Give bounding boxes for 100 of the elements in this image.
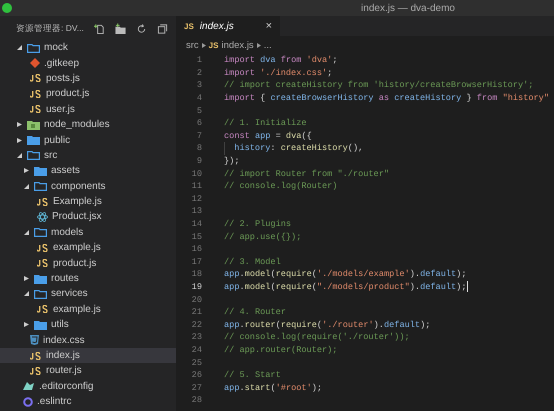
js-file-icon — [30, 366, 42, 375]
line-number: 11 — [190, 181, 203, 192]
line-number: 18 — [190, 269, 203, 280]
code-line: const app = dva({ — [224, 130, 312, 141]
sidebar-title: 资源管理器: DV... — [16, 23, 84, 35]
file-name: example.js — [53, 242, 101, 254]
file-row[interactable]: example.js — [0, 302, 176, 318]
close-button[interactable]: × — [266, 20, 272, 32]
code-line: // console.log(Router) — [224, 181, 338, 192]
folder-row[interactable]: node_modules — [0, 116, 176, 132]
file-name: components — [51, 180, 106, 192]
file-row[interactable]: product.js — [0, 255, 176, 271]
window-zoom-dot[interactable] — [2, 3, 12, 13]
js-file-icon — [37, 259, 49, 268]
folder-row[interactable]: mock — [0, 40, 176, 56]
code-line: }); — [224, 156, 240, 166]
folder-row[interactable]: components — [0, 178, 176, 194]
line-number: 5 — [196, 106, 203, 116]
code-line: // app.router(Router); — [224, 344, 338, 355]
css-file-icon — [30, 335, 39, 346]
code-line: app.model(require("./models/product").default); — [224, 282, 466, 292]
folder-row[interactable]: services — [0, 286, 176, 302]
line-number: 25 — [190, 358, 203, 368]
file-name: routes — [51, 273, 79, 284]
file-row[interactable]: router.js — [0, 363, 176, 379]
editor-tab[interactable]: JS index.js × — [176, 16, 280, 36]
window-title: index.js — dva-demo — [360, 2, 456, 14]
open-folder-icon — [34, 227, 47, 238]
file-name: .editorconfig — [39, 380, 94, 392]
folder-icon — [34, 320, 47, 330]
file-name: Example.js — [53, 196, 102, 208]
js-file-icon — [30, 352, 42, 360]
file-row[interactable]: .gitkeep — [0, 55, 176, 71]
open-folder-icon — [34, 288, 47, 299]
file-name: .eslintrc — [37, 396, 72, 408]
file-row[interactable]: index.js — [0, 348, 176, 364]
line-number: 13 — [190, 206, 203, 216]
file-name: Product.jsx — [52, 211, 102, 222]
js-file-icon — [37, 305, 49, 314]
js-file-icon — [30, 74, 42, 82]
file-row[interactable]: posts.js — [0, 70, 176, 86]
code-line: // 3. Model — [224, 256, 281, 267]
file-name: node_modules — [44, 119, 110, 130]
line-number: 16 — [190, 244, 203, 254]
file-row[interactable]: Product.jsx — [0, 209, 176, 225]
line-number: 21 — [190, 307, 203, 318]
file-row[interactable]: user.js — [0, 102, 176, 117]
code-line: // import Router from "./router" — [224, 168, 390, 179]
folder-icon — [34, 166, 47, 176]
js-file-icon — [30, 90, 42, 98]
new-folder-icon[interactable] — [114, 23, 126, 35]
file-row[interactable]: index.css — [0, 332, 176, 348]
file-name: example.js — [53, 304, 101, 315]
folder-row[interactable]: utils — [0, 317, 176, 332]
code-line: import { createBrowserHistory as createHistory } from "history" — [224, 93, 549, 104]
atom-icon — [37, 212, 48, 222]
js-file-icon — [37, 244, 49, 252]
code-line: // 4. Router — [224, 307, 286, 318]
breadcrumb-item[interactable]: index.js — [221, 40, 254, 50]
line-number: 17 — [190, 256, 203, 267]
collapse-all-icon[interactable] — [156, 23, 168, 35]
file-name: utils — [51, 319, 69, 330]
file-row[interactable]: Example.js — [0, 194, 176, 210]
code-line: // 5. Start — [224, 370, 281, 380]
line-number: 19 — [190, 282, 203, 292]
line-number: 22 — [190, 320, 203, 330]
code-line: // app.use({}); — [224, 232, 302, 242]
breadcrumb-item[interactable]: ... — [264, 40, 272, 50]
file-name: .gitkeep — [44, 58, 80, 69]
folder-row[interactable]: models — [0, 224, 176, 240]
line-number: 1 — [196, 55, 203, 66]
open-folder-icon — [27, 150, 40, 160]
folder-row[interactable]: public — [0, 132, 176, 148]
folder-row[interactable]: routes — [0, 270, 176, 286]
folder-row[interactable]: assets — [0, 163, 176, 179]
js-file-icon — [37, 198, 49, 206]
line-number: 27 — [190, 382, 203, 393]
code-line: app.start('#root'); — [224, 382, 322, 393]
file-name: index.js — [46, 350, 80, 361]
refresh-icon[interactable] — [136, 23, 147, 35]
file-name: src — [44, 150, 58, 161]
file-row[interactable]: .editorconfig — [0, 378, 176, 394]
code-line: history: createHistory(), — [234, 143, 364, 154]
breadcrumb-item[interactable]: src — [186, 40, 199, 50]
new-file-icon[interactable] — [94, 23, 105, 35]
folder-icon — [27, 135, 40, 146]
line-number: 14 — [190, 219, 203, 230]
line-number: 10 — [190, 168, 203, 179]
folder-row[interactable]: src — [0, 148, 176, 164]
folder-icon — [27, 120, 40, 130]
code-line: // console.log(require('./router')); — [224, 332, 410, 342]
file-name: user.js — [46, 104, 75, 115]
file-row[interactable]: product.js — [0, 86, 176, 102]
line-number: 9 — [196, 156, 203, 166]
file-name: product.js — [53, 258, 96, 269]
file-row[interactable]: .eslintrc — [0, 394, 176, 410]
line-number: 4 — [196, 93, 203, 104]
code-line: app.model(require('./models/example').default); — [224, 269, 466, 280]
file-row[interactable]: example.js — [0, 240, 176, 256]
text-cursor — [466, 281, 468, 292]
